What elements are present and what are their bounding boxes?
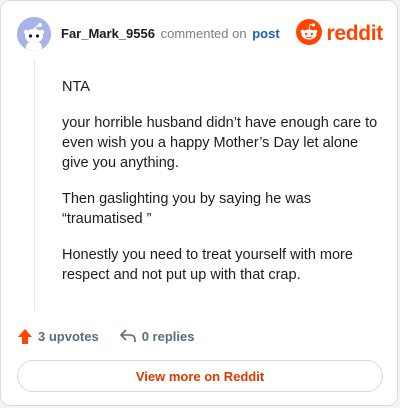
commented-on-text: commented on [160,26,247,41]
reddit-brand[interactable]: reddit [296,18,383,50]
reply-arrow-icon [119,328,137,344]
comment-paragraph: Honestly you need to treat yourself with… [62,247,353,283]
comment-byline: Far_Mark_9556 commented on post [61,26,280,42]
reddit-wordmark: reddit [326,22,383,45]
comment-footer: 3 upvotes 0 replies [17,325,194,347]
upvote-label: 3 upvotes [38,328,99,344]
comment-body: NTA your horrible husband didn’t have en… [62,77,380,301]
upvote-arrow-icon [17,328,33,345]
comment-header: Far_Mark_9556 commented on post reddit [17,17,383,51]
comment-paragraph: NTA [62,79,90,95]
snoo-avatar-icon[interactable] [17,17,51,51]
username-link[interactable]: Far_Mark_9556 [61,26,155,41]
upvote-count[interactable]: 3 upvotes [17,328,99,345]
thread-line [34,59,35,311]
comment-paragraph: Then gaslighting you by saying he was “t… [62,191,312,227]
reddit-logo-icon [296,18,323,50]
reply-count[interactable]: 0 replies [119,328,195,344]
view-more-button[interactable]: View more on Reddit [17,360,383,392]
reply-label: 0 replies [141,328,195,344]
post-link[interactable]: post [252,26,279,41]
comment-paragraph: your horrible husband didn’t have enough… [62,115,378,171]
embedded-comment-card: Far_Mark_9556 commented on post reddit N… [0,0,398,406]
